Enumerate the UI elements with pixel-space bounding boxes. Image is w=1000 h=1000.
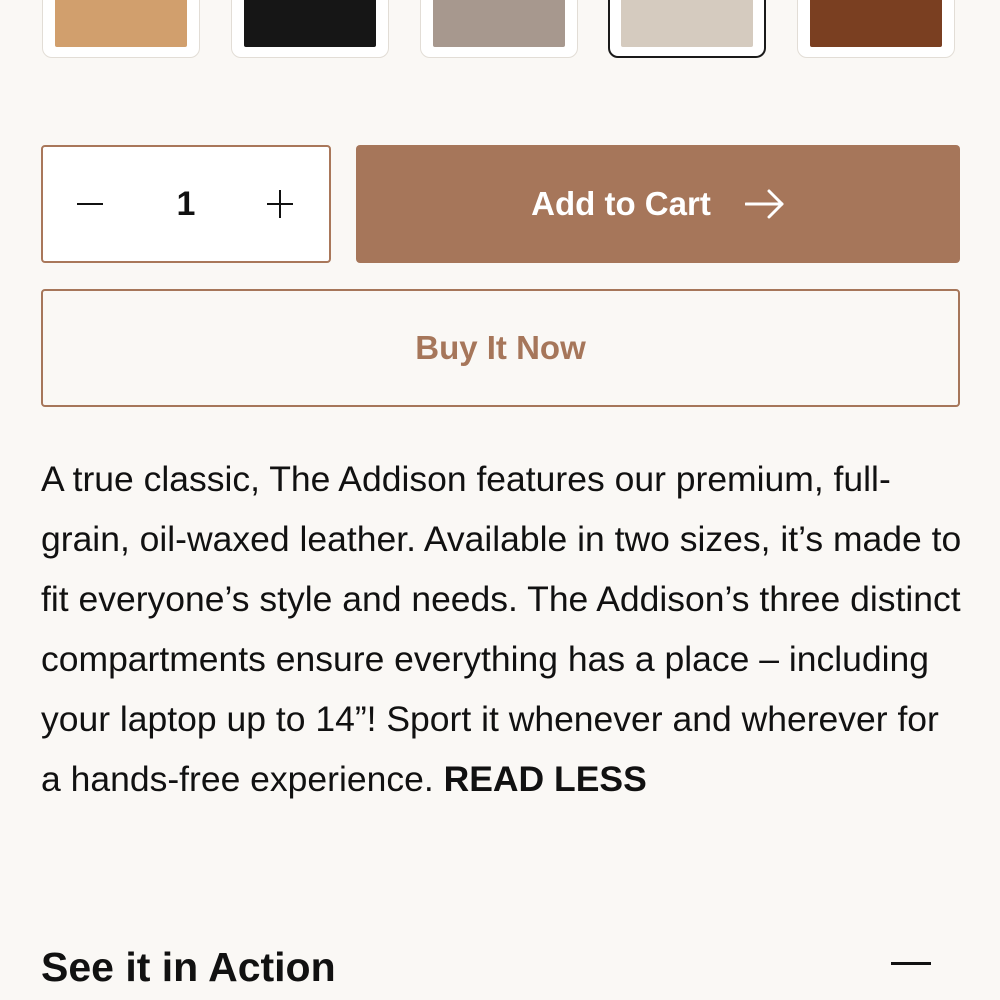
swatch-fill (55, 0, 187, 47)
swatch-taupe[interactable] (420, 0, 578, 58)
minus-icon (77, 203, 103, 205)
decrement-button[interactable] (73, 186, 109, 222)
swatch-black[interactable] (231, 0, 389, 58)
increment-button[interactable] (263, 186, 299, 222)
swatch-fill (621, 0, 753, 47)
quantity-stepper (41, 145, 331, 263)
swatch-chestnut[interactable] (797, 0, 955, 58)
add-to-cart-label: Add to Cart (531, 185, 711, 222)
swatch-fill (810, 0, 942, 47)
add-to-cart-button[interactable]: Add to Cart (356, 145, 960, 263)
swatch-fill (433, 0, 565, 47)
quantity-input[interactable] (156, 184, 216, 224)
swatch-fill (244, 0, 376, 47)
collapse-minus-icon[interactable] (891, 962, 931, 965)
swatch-stone[interactable] (608, 0, 766, 58)
swatch-tan[interactable] (42, 0, 200, 58)
arrow-right-icon (744, 189, 784, 219)
product-description: A true classic, The Addison features our… (41, 449, 966, 809)
product-page: Add to Cart Buy It Now A true classic, T… (0, 0, 1000, 1000)
description-text: A true classic, The Addison features our… (41, 459, 962, 799)
buy-it-now-button[interactable]: Buy It Now (41, 289, 960, 407)
buy-it-now-label: Buy It Now (415, 329, 586, 366)
plus-icon-vertical (279, 190, 281, 218)
read-less-link[interactable]: READ LESS (444, 759, 647, 799)
accordion-see-it-in-action[interactable]: See it in Action (41, 944, 336, 991)
color-swatches (0, 0, 1000, 60)
